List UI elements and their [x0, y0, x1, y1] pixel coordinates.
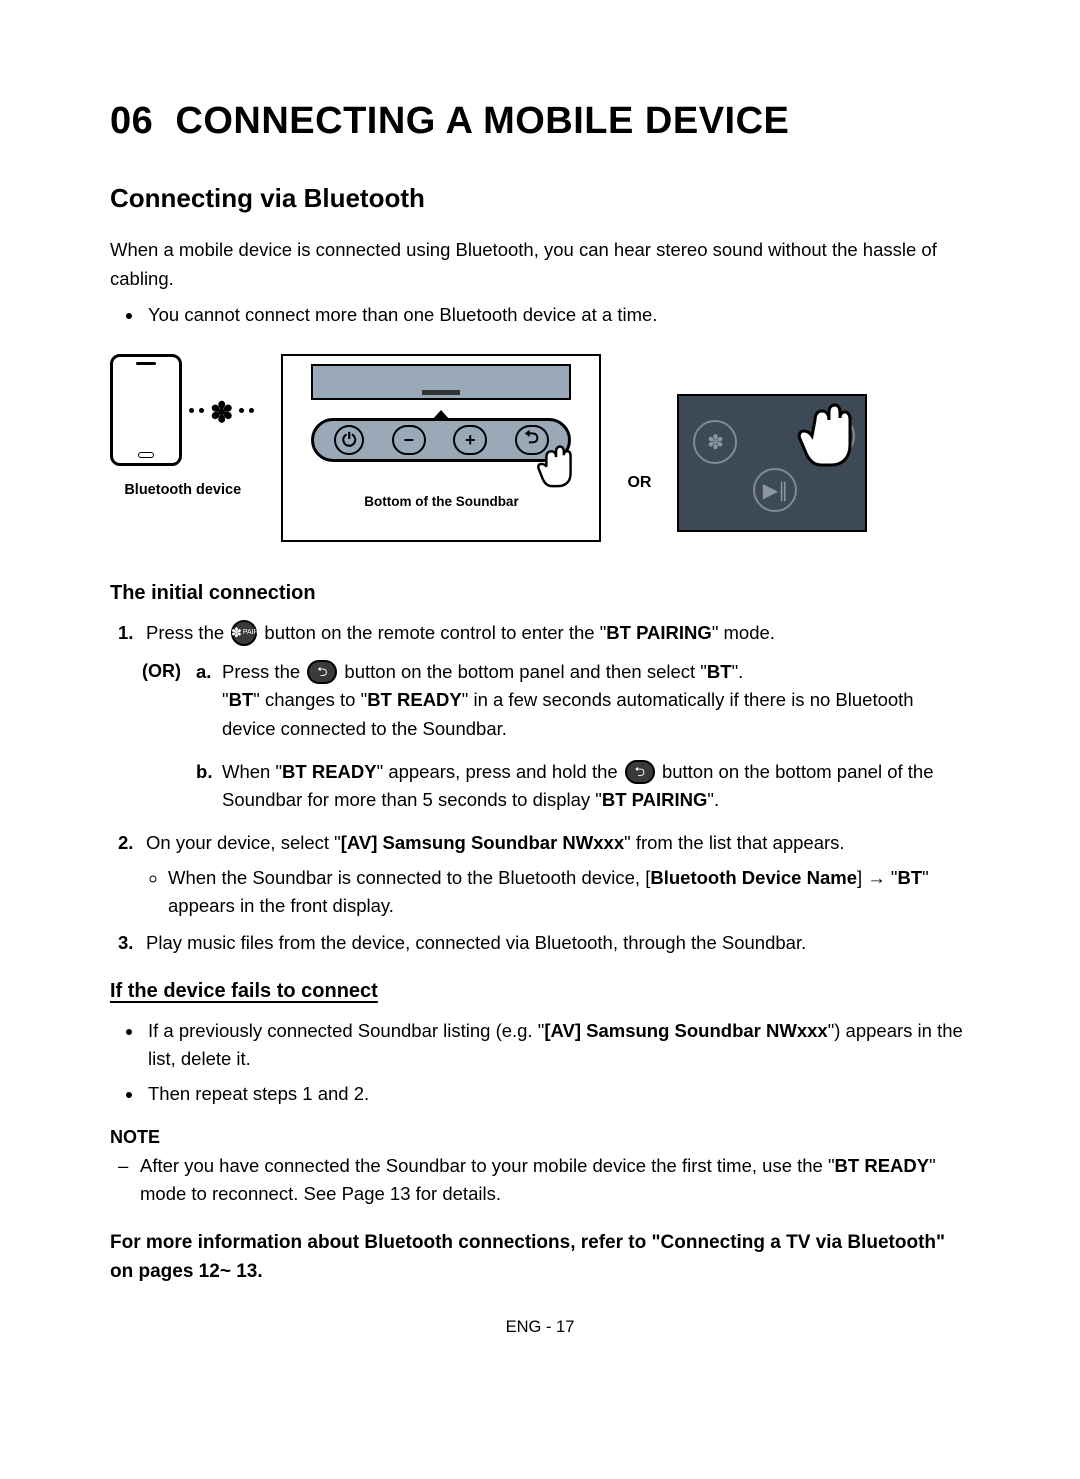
b-pre: When ": [222, 761, 282, 782]
chapter-title: 06 CONNECTING A MOBILE DEVICE: [110, 100, 970, 143]
s2-pre: On your device, select ": [146, 832, 341, 853]
s2s-pre: When the Soundbar is connected to the Bl…: [168, 867, 650, 888]
b-end: ".: [707, 789, 719, 810]
section-title: Connecting via Bluetooth: [110, 183, 970, 214]
step1-bold: BT PAIRING: [606, 622, 712, 643]
hand-press-icon: [529, 432, 587, 490]
minus-icon: −: [392, 425, 426, 455]
soundbar-top-icon: [311, 364, 571, 400]
initial-steps: Press the ✽PAIR button on the remote con…: [110, 619, 970, 958]
a-end: ".: [732, 661, 744, 682]
step1-pre: Press the: [146, 622, 229, 643]
b-btready: BT READY: [282, 761, 377, 782]
sub-steps: Press the ⮌ button on the bottom panel a…: [146, 658, 970, 815]
fails-bullets: If a previously connected Soundbar listi…: [110, 1017, 970, 1109]
diagram-row: ✽ Bluetooth device ⏻ − + ⮌ Bottom of th: [110, 354, 970, 542]
soundbar-bottom-label: Bottom of the Soundbar: [283, 494, 599, 509]
source-button-icon: ⮌: [307, 660, 337, 684]
phone-column: ✽ Bluetooth device: [110, 354, 255, 498]
a-pre: Press the: [222, 661, 305, 682]
source-button-icon-2: ⮌: [625, 760, 655, 784]
s2s-mid: ] → ": [857, 867, 898, 888]
fails-heading: If the device fails to connect: [110, 980, 970, 1003]
diagram-or-label: OR: [627, 474, 651, 492]
f1-pre: If a previously connected Soundbar listi…: [148, 1020, 544, 1041]
step1-end: " mode.: [712, 622, 775, 643]
a-mid: button on the bottom panel and then sele…: [339, 661, 707, 682]
step-2: On your device, select "[AV] Samsung Sou…: [110, 829, 970, 921]
a-l2-pre: ": [222, 689, 229, 710]
step-3: Play music files from the device, connec…: [110, 929, 970, 958]
step-2-sub: When the Soundbar is connected to the Bl…: [168, 864, 970, 921]
s2s-bold: Bluetooth Device Name: [650, 867, 857, 888]
b-mid: " appears, press and hold the: [377, 761, 623, 782]
f1-bold: [AV] Samsung Soundbar NWxxx: [544, 1020, 827, 1041]
a-l2-bt: BT: [229, 689, 254, 710]
a-bt: BT: [707, 661, 732, 682]
bullet-single-device: You cannot connect more than one Bluetoo…: [144, 301, 970, 330]
sub-step-a: Press the ⮌ button on the bottom panel a…: [146, 658, 970, 744]
plus-icon: +: [453, 425, 487, 455]
bluetooth-device-label: Bluetooth device: [110, 482, 255, 498]
touch-panel-diagram: ✽ ▶∥: [677, 394, 867, 532]
step-1: Press the ✽PAIR button on the remote con…: [110, 619, 970, 815]
page-footer: ENG - 17: [110, 1318, 970, 1337]
s2-bold: [AV] Samsung Soundbar NWxxx: [341, 832, 624, 853]
a-l2-mid: " changes to ": [253, 689, 367, 710]
s2-post: " from the list that appears.: [624, 832, 844, 853]
step1-post: button on the remote control to enter th…: [259, 622, 606, 643]
a-l2-btready: BT READY: [367, 689, 462, 710]
n1-bold: BT READY: [835, 1155, 930, 1176]
s2s-bt: BT: [898, 867, 923, 888]
intro-text: When a mobile device is connected using …: [110, 236, 970, 293]
document-page: 06 CONNECTING A MOBILE DEVICE Connecting…: [0, 0, 1080, 1377]
fails-bullet-1: If a previously connected Soundbar listi…: [144, 1017, 970, 1074]
cross-reference: For more information about Bluetooth con…: [110, 1229, 970, 1286]
hand-touch-icon: [781, 394, 867, 490]
bluetooth-icon: ✽: [188, 394, 255, 427]
soundbar-diagram: ⏻ − + ⮌ Bottom of the Soundbar: [281, 354, 601, 542]
sub-step-b: When "BT READY" appears, press and hold …: [146, 758, 970, 815]
chapter-heading: CONNECTING A MOBILE DEVICE: [175, 100, 789, 142]
fails-bullet-2: Then repeat steps 1 and 2.: [144, 1080, 970, 1109]
b-btpairing: BT PAIRING: [602, 789, 708, 810]
chapter-number: 06: [110, 100, 153, 142]
bt-pair-button-icon: ✽PAIR: [231, 620, 257, 646]
touch-bt-icon: ✽: [693, 420, 737, 464]
initial-connection-heading: The initial connection: [110, 582, 970, 605]
phone-icon: [110, 354, 182, 466]
note-list: After you have connected the Soundbar to…: [110, 1152, 970, 1209]
note-item-1: After you have connected the Soundbar to…: [110, 1152, 970, 1209]
n1-pre: After you have connected the Soundbar to…: [140, 1155, 835, 1176]
note-label: NOTE: [110, 1127, 970, 1148]
power-icon: ⏻: [334, 425, 364, 455]
